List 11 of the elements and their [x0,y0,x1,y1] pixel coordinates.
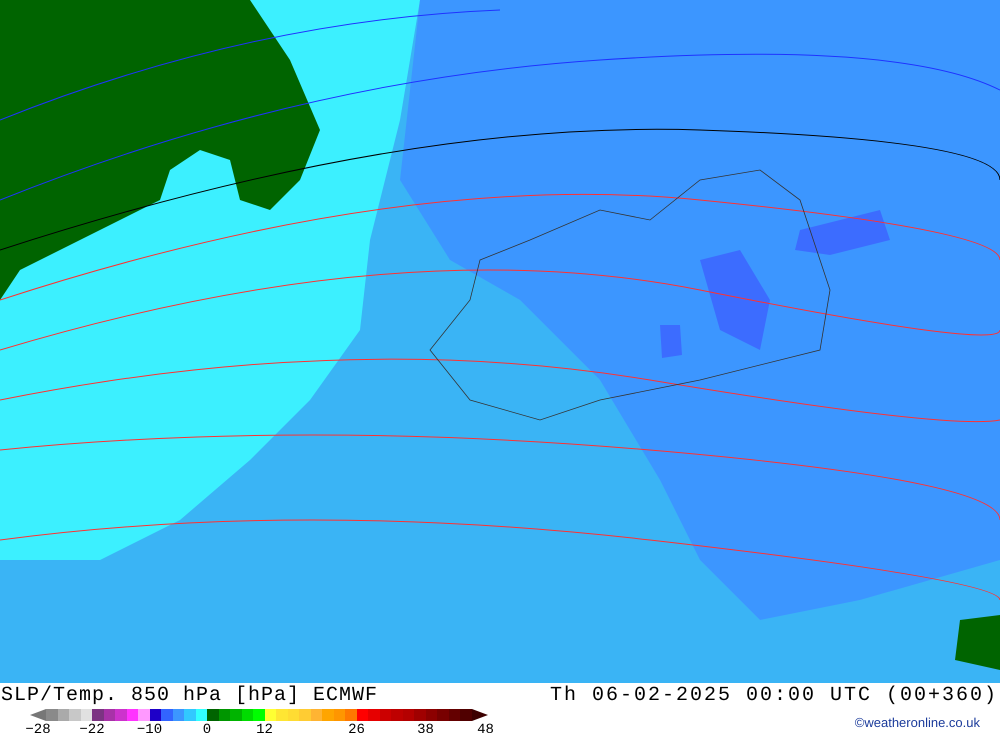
scale-label: −22 [79,723,105,733]
map-title: SLP/Temp. 850 hPa [hPa] ECMWF [0,687,378,705]
scale-label: −28 [25,723,51,733]
copyright-link[interactable]: ©weatheronline.co.uk [854,705,1000,733]
scale-label: 26 [348,723,365,733]
scale-label: −10 [136,723,162,733]
scale-label: 38 [417,723,434,733]
scale-label: 12 [256,723,273,733]
scale-label: 48 [477,723,494,733]
scale-label: 0 [202,723,212,733]
valid-time: Th 06-02-2025 00:00 UTC (00+360) [550,687,999,705]
